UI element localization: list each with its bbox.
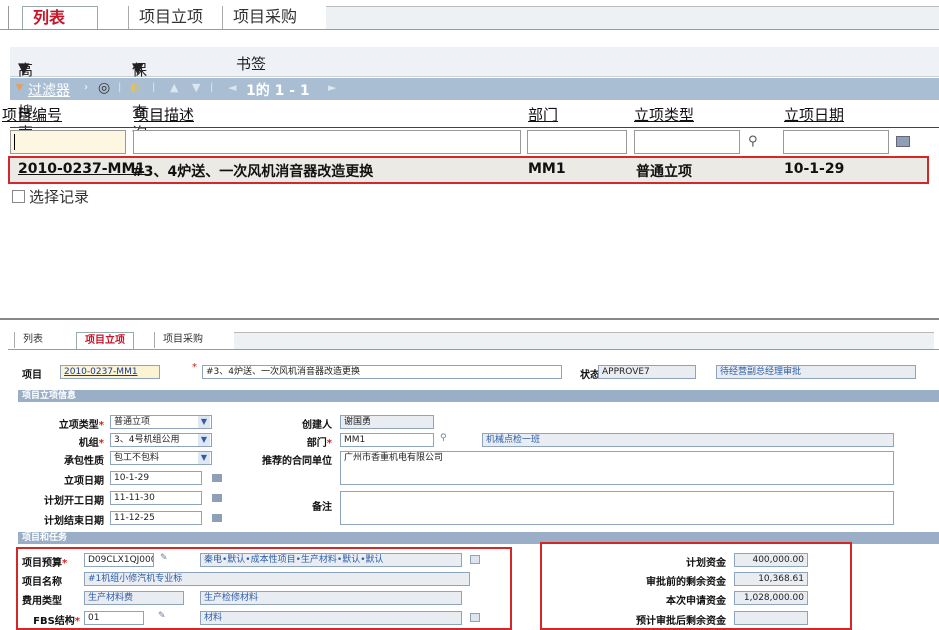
initiation-date-label: 立项日期 [64,476,104,487]
arrow-up-icon[interactable]: ▲ [170,81,178,94]
initiation-date-field[interactable]: 10-1-29 [110,471,202,485]
calendar-icon[interactable] [212,474,222,482]
filter-department-input[interactable] [527,130,627,154]
pager-text: 1的 1 - 1 [246,83,310,99]
arrow-down-icon[interactable]: ▼ [192,81,200,94]
tab-underline [8,349,939,350]
row-project-no-link[interactable]: 2010-0237-MM1 [18,161,145,177]
caret-down-icon: ▼ [16,83,23,93]
col-header-description[interactable]: 项目描述 [134,104,194,125]
required-marker: * [192,362,197,373]
tab-list[interactable]: 列表 [14,332,51,348]
calendar-icon[interactable] [896,136,910,147]
search-lookup-icon[interactable]: ⚲ [748,134,758,149]
row-description: #3、4炉送、一次风机消音器改造更换 [132,164,374,180]
planned-start-field[interactable]: 11-11-30 [110,491,202,505]
binoculars-icon[interactable]: ◎ [98,80,110,96]
status-description: 待经营副总经理审批 [716,365,916,379]
separator: | [118,82,122,93]
col-header-department[interactable]: 部门 [528,104,558,125]
tab-underline [0,29,939,30]
remark-label: 备注 [312,502,332,513]
separator: | [210,82,214,93]
tab-bar-fill [234,332,934,349]
tab-project-initiation[interactable]: 项目立项 [76,332,134,349]
bookmark-button[interactable]: 书签 [236,53,266,74]
filter-date-input[interactable] [783,130,889,154]
department-label: 部门* [306,438,332,449]
planned-end-label: 计划结束日期 [44,516,104,527]
calendar-icon[interactable] [212,514,222,522]
search-toolbar: 高级搜索 ▼ 保存查询 ▼ 书签 [10,47,939,142]
highlight-box [16,547,512,630]
chevron-right-icon: › [84,82,88,93]
planned-start-label: 计划开工日期 [44,496,104,507]
section-project-info: 项目立项信息 [18,390,939,402]
clear-icon[interactable]: ◐ [130,81,140,94]
contract-nature-select[interactable]: 包工不包料 [110,451,212,465]
header-divider [10,127,939,128]
chevron-down-icon[interactable]: ▼ [198,434,210,446]
col-header-type[interactable]: 立项类型 [634,104,694,125]
planned-end-field[interactable]: 11-12-25 [110,511,202,525]
recommended-contractor-label: 推荐的合同单位 [262,456,332,467]
unit-select[interactable]: 3、4号机组公用 [110,433,212,447]
next-page-icon[interactable]: ► [328,81,336,94]
tab-bar-fill [326,6,939,29]
status-field: APPROVE7 [598,365,696,379]
project-no-field[interactable]: 2010-0237-MM1 [60,365,160,379]
chevron-down-icon[interactable]: ▼ [198,452,210,464]
department-description: 机械点检一班 [482,433,894,447]
row-department: MM1 [528,161,566,177]
recommended-contractor-field[interactable]: 广州市香重机电有限公司 [340,451,894,485]
filter-description-input[interactable] [133,130,521,154]
calendar-icon[interactable] [212,494,222,502]
tab-project-procurement[interactable]: 项目采购 [154,332,211,348]
caret-down-icon: ▼ [18,59,30,77]
tab-edge [8,6,9,30]
caret-down-icon: ▼ [132,59,144,77]
remark-field[interactable] [340,491,894,525]
creator-field: 谢国勇 [340,415,434,429]
project-description-field[interactable]: #3、4炉送、一次风机消音器改造更换 [202,365,562,379]
checkbox-icon[interactable] [12,190,25,203]
department-field[interactable]: MM1 [340,433,434,447]
filter-project-no-input[interactable] [10,130,126,154]
col-header-project-no[interactable]: 项目编号 [2,104,62,125]
type-label: 立项类型* [58,420,104,431]
project-label: 项目 [22,370,42,381]
tab-project-procurement[interactable]: 项目采购 [222,6,326,30]
filter-type-input[interactable] [634,130,740,154]
row-date: 10-1-29 [784,161,845,177]
select-records[interactable]: 选择记录 [12,186,89,207]
col-header-date[interactable]: 立项日期 [784,104,844,125]
tab-project-initiation[interactable]: 项目立项 [128,6,224,30]
highlight-box [540,542,852,630]
text-cursor [14,134,15,150]
chevron-down-icon[interactable]: ▼ [198,416,210,428]
screenshot-divider [0,318,939,320]
filter-link[interactable]: 过滤器 [28,80,70,100]
filter-toolbar: ▼ 过滤器 › ◎ | ◐ | ▲ ▼ | ◄ 1的 1 - 1 ► [10,78,939,100]
contract-nature-label: 承包性质 [64,456,104,467]
prev-page-icon[interactable]: ◄ [228,81,236,94]
tab-list[interactable]: 列表 [22,6,98,30]
top-tabbar: 列表 项目立项 项目采购 [0,0,939,30]
unit-label: 机组* [78,438,104,449]
search-lookup-icon[interactable]: ⚲ [440,433,447,443]
bottom-tabbar: 列表 项目立项 项目采购 [8,332,939,350]
row-type: 普通立项 [636,164,692,180]
type-select[interactable]: 普通立项 [110,415,212,429]
status-label: 状态 [580,370,600,381]
creator-label: 创建人 [302,420,332,431]
separator: | [152,82,156,93]
table-row[interactable]: 2010-0237-MM1 #3、4炉送、一次风机消音器改造更换 MM1 普通立… [8,156,929,184]
